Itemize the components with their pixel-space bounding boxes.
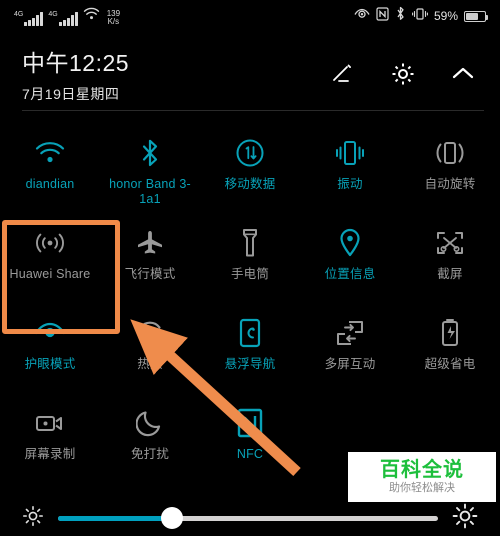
brightness-high-icon[interactable] (452, 503, 478, 534)
status-bar-right: 59% (354, 6, 488, 26)
edit-button[interactable] (328, 59, 358, 89)
network-speed: 139 K/s (107, 9, 120, 26)
watermark: 百科全说 助你轻松解决 (348, 452, 496, 502)
tile-label: 免打扰 (130, 447, 170, 461)
tile-label: 热点 (137, 357, 163, 371)
multi-screen-icon (335, 316, 365, 350)
network-type-2-label: 4G (48, 10, 58, 18)
tile-label: 飞行模式 (124, 267, 176, 281)
quick-toggle-grid: diandian honor Band 3-1a1 移动数据 振动 自动旋转 H… (0, 126, 500, 486)
brightness-low-icon[interactable] (22, 505, 44, 532)
tile-label: 截屏 (437, 267, 463, 281)
signal-2: 4G (48, 10, 78, 26)
tile-do-not-disturb[interactable]: 免打扰 (100, 396, 200, 486)
tile-ultra-power-saver[interactable]: 超级省电 (400, 306, 500, 396)
slider-thumb[interactable] (161, 507, 183, 529)
collapse-button[interactable] (448, 59, 478, 89)
panel-header: 中午12:25 7月19日星期四 (0, 38, 500, 110)
flashlight-icon (240, 226, 260, 260)
mobile-data-icon (235, 136, 265, 170)
network-type-1-label: 4G (14, 10, 24, 18)
signal-1: 4G (14, 10, 44, 26)
tile-screen-record[interactable]: 屏幕录制 (0, 396, 100, 486)
floating-nav-icon (239, 316, 261, 350)
tile-label: diandian (25, 177, 75, 191)
screen-record-icon (34, 406, 66, 440)
tile-airplane-mode[interactable]: 飞行模式 (100, 216, 200, 306)
tile-bluetooth[interactable]: honor Band 3-1a1 (100, 126, 200, 216)
clock-block: 中午12:25 7月19日星期四 (22, 44, 129, 104)
eye-comfort-icon (354, 7, 370, 25)
chevron-up-icon (452, 67, 474, 79)
signal-bars-icon-2 (58, 11, 78, 26)
tile-label: 移动数据 (224, 177, 276, 191)
huawei-share-icon (34, 226, 66, 260)
tile-multi-screen[interactable]: 多屏互动 (300, 306, 400, 396)
tile-floating-nav[interactable]: 悬浮导航 (200, 306, 300, 396)
network-speed-unit: K/s (107, 16, 120, 26)
signal-bars-icon-1 (24, 11, 44, 26)
vibrate-icon (334, 136, 366, 170)
auto-rotate-icon (434, 136, 466, 170)
tile-label: NFC (236, 447, 264, 461)
screenshot-icon (435, 226, 465, 260)
airplane-icon (135, 226, 165, 260)
quick-settings-panel: 4G 4G 139 K/s 59% 中午12:25 7月19日星期四 diand… (0, 0, 500, 536)
moon-icon (136, 406, 164, 440)
tile-huawei-share[interactable]: Huawei Share (0, 216, 100, 306)
gear-icon (392, 63, 414, 85)
wifi-icon (35, 136, 65, 170)
tile-mobile-data[interactable]: 移动数据 (200, 126, 300, 216)
slider-fill (58, 515, 172, 521)
wifi-icon (83, 7, 100, 25)
tile-row-2: Huawei Share 飞行模式 手电筒 位置信息 截屏 (0, 216, 500, 306)
tile-vibrate[interactable]: 振动 (300, 126, 400, 216)
settings-button[interactable] (388, 59, 418, 89)
tile-location[interactable]: 位置信息 (300, 216, 400, 306)
tile-eye-comfort[interactable]: 护眼模式 (0, 306, 100, 396)
hotspot-icon (134, 316, 166, 350)
tile-label: 手电筒 (230, 267, 270, 281)
watermark-title: 百科全说 (380, 459, 464, 481)
tile-wifi[interactable]: diandian (0, 126, 100, 216)
tile-label: 自动旋转 (424, 177, 476, 191)
nfc-icon (376, 6, 389, 26)
watermark-subtitle: 助你轻松解决 (389, 482, 455, 494)
battery-icon (464, 10, 488, 22)
tile-label: 超级省电 (424, 357, 476, 371)
date-label: 7月19日星期四 (22, 86, 120, 102)
tile-row-3: 护眼模式 热点 悬浮导航 多屏互动 超级省电 (0, 306, 500, 396)
tile-screenshot[interactable]: 截屏 (400, 216, 500, 306)
ultra-saver-icon (439, 316, 461, 350)
status-bar-left: 4G 4G 139 K/s (14, 7, 120, 26)
pencil-icon (333, 64, 351, 82)
battery-percent-label: 59% (433, 9, 458, 23)
tile-label: 振动 (337, 177, 363, 191)
tile-label: 悬浮导航 (224, 357, 276, 371)
tile-label: 护眼模式 (24, 357, 76, 371)
location-pin-icon (338, 226, 362, 260)
tile-row-1: diandian honor Band 3-1a1 移动数据 振动 自动旋转 (0, 126, 500, 216)
tile-flashlight[interactable]: 手电筒 (200, 216, 300, 306)
clock-label: 中午12:25 (22, 50, 130, 76)
bluetooth-icon (395, 6, 406, 26)
tile-nfc[interactable]: NFC (200, 396, 300, 486)
brightness-bar (0, 500, 500, 536)
header-divider (22, 110, 484, 111)
header-actions (328, 59, 478, 89)
vibrate-icon (412, 7, 428, 26)
tile-label: 屏幕录制 (24, 447, 76, 461)
status-bar: 4G 4G 139 K/s 59% (0, 0, 500, 32)
tile-label: 多屏互动 (324, 357, 376, 371)
brightness-slider[interactable] (58, 507, 438, 529)
tile-label: honor Band 3-1a1 (109, 177, 191, 206)
eye-comfort-icon (34, 316, 66, 350)
tile-label: Huawei Share (9, 267, 91, 281)
nfc-icon (237, 406, 263, 440)
bluetooth-icon (139, 136, 161, 170)
tile-auto-rotate[interactable]: 自动旋转 (400, 126, 500, 216)
tile-label: 位置信息 (324, 267, 376, 281)
tile-hotspot[interactable]: 热点 (100, 306, 200, 396)
